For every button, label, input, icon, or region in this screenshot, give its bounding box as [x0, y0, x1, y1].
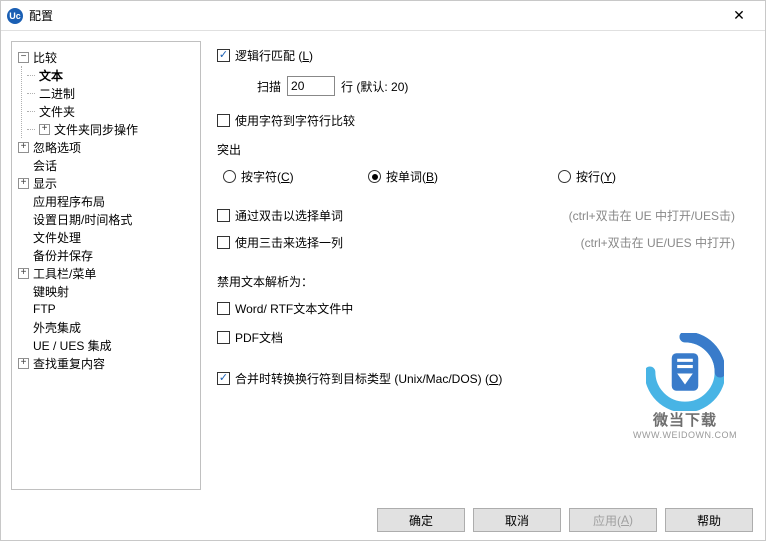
- tree-item-ftp[interactable]: FTP: [16, 300, 196, 318]
- expand-icon[interactable]: +: [18, 142, 29, 153]
- scan-input[interactable]: [287, 76, 335, 96]
- app-icon: Uc: [7, 8, 23, 24]
- radio-by-line[interactable]: 按行(Y): [558, 168, 616, 185]
- checkbox-triple-click[interactable]: 使用三击来选择一列: [217, 234, 343, 251]
- tree-item-toolbar[interactable]: +工具栏/菜单: [16, 264, 196, 282]
- tree-item-find-dup[interactable]: +查找重复内容: [16, 354, 196, 372]
- highlight-label: 突出: [217, 141, 745, 158]
- tree-item-session[interactable]: 会话: [16, 156, 196, 174]
- apply-button[interactable]: 应用(A): [569, 508, 657, 532]
- radio-by-char[interactable]: 按字符(C): [223, 168, 368, 185]
- checkbox-merge-eol[interactable]: ✓ 合并时转换换行符到目标类型 (Unix/Mac/DOS) (O): [217, 370, 502, 387]
- settings-panel: ✓ 逻辑行匹配 (L) 扫描 行 (默认: 20) 使用字符到字符行比较 突出: [211, 41, 755, 490]
- close-button[interactable]: ✕: [719, 2, 759, 30]
- collapse-icon[interactable]: −: [18, 52, 29, 63]
- radio-selected-icon: [372, 174, 378, 180]
- tree-item-date-format[interactable]: 设置日期/时间格式: [16, 210, 196, 228]
- checkbox-word-rtf[interactable]: Word/ RTF文本文件中: [217, 300, 353, 317]
- scan-suffix: 行 (默认: 20): [341, 78, 408, 95]
- expand-icon[interactable]: +: [39, 124, 50, 135]
- double-click-hint: (ctrl+双击在 UE 中打开/UES击): [569, 207, 735, 224]
- triple-click-hint: (ctrl+双击在 UE/UES 中打开): [581, 234, 735, 251]
- scan-label: 扫描: [257, 78, 281, 95]
- checkmark-icon: ✓: [217, 49, 230, 62]
- tree-item-shell[interactable]: 外壳集成: [16, 318, 196, 336]
- tree-item-ue-ues[interactable]: UE / UES 集成: [16, 336, 196, 354]
- checkbox-double-click-word[interactable]: 通过双击以选择单词: [217, 207, 343, 224]
- cancel-button[interactable]: 取消: [473, 508, 561, 532]
- tree-item-app-layout[interactable]: 应用程序布局: [16, 192, 196, 210]
- tree-item-text[interactable]: 文本: [37, 66, 196, 84]
- checkmark-icon: ✓: [217, 372, 230, 385]
- help-button[interactable]: 帮助: [665, 508, 753, 532]
- ok-button[interactable]: 确定: [377, 508, 465, 532]
- tree-item-backup[interactable]: 备份并保存: [16, 246, 196, 264]
- checkbox-logical-line-match[interactable]: ✓ 逻辑行匹配 (L): [217, 47, 313, 64]
- checkbox-pdf[interactable]: PDF文档: [217, 329, 283, 346]
- tree-item-ignore[interactable]: +忽略选项: [16, 138, 196, 156]
- expand-icon[interactable]: +: [18, 178, 29, 189]
- tree-item-folder-sync[interactable]: +文件夹同步操作: [37, 120, 196, 138]
- window-title: 配置: [29, 7, 719, 24]
- dialog-buttons: 确定 取消 应用(A) 帮助: [1, 500, 765, 540]
- checkbox-char-by-char[interactable]: 使用字符到字符行比较: [217, 112, 355, 129]
- expand-icon[interactable]: +: [18, 268, 29, 279]
- tree-item-folder[interactable]: 文件夹: [37, 102, 196, 120]
- expand-icon[interactable]: +: [18, 358, 29, 369]
- tree-item-display[interactable]: +显示: [16, 174, 196, 192]
- tree-item-keymap[interactable]: 键映射: [16, 282, 196, 300]
- nav-tree[interactable]: − 比较 文本 二进制 文件夹 +文件夹同步操作 +忽略选项 会话 +显示: [11, 41, 201, 490]
- tree-item-binary[interactable]: 二进制: [37, 84, 196, 102]
- disable-parse-label: 禁用文本解析为：: [217, 273, 745, 290]
- tree-item-compare[interactable]: − 比较: [16, 48, 196, 66]
- radio-by-word[interactable]: 按单词(B): [368, 168, 558, 185]
- tree-item-file-handling[interactable]: 文件处理: [16, 228, 196, 246]
- title-bar: Uc 配置 ✕: [1, 1, 765, 31]
